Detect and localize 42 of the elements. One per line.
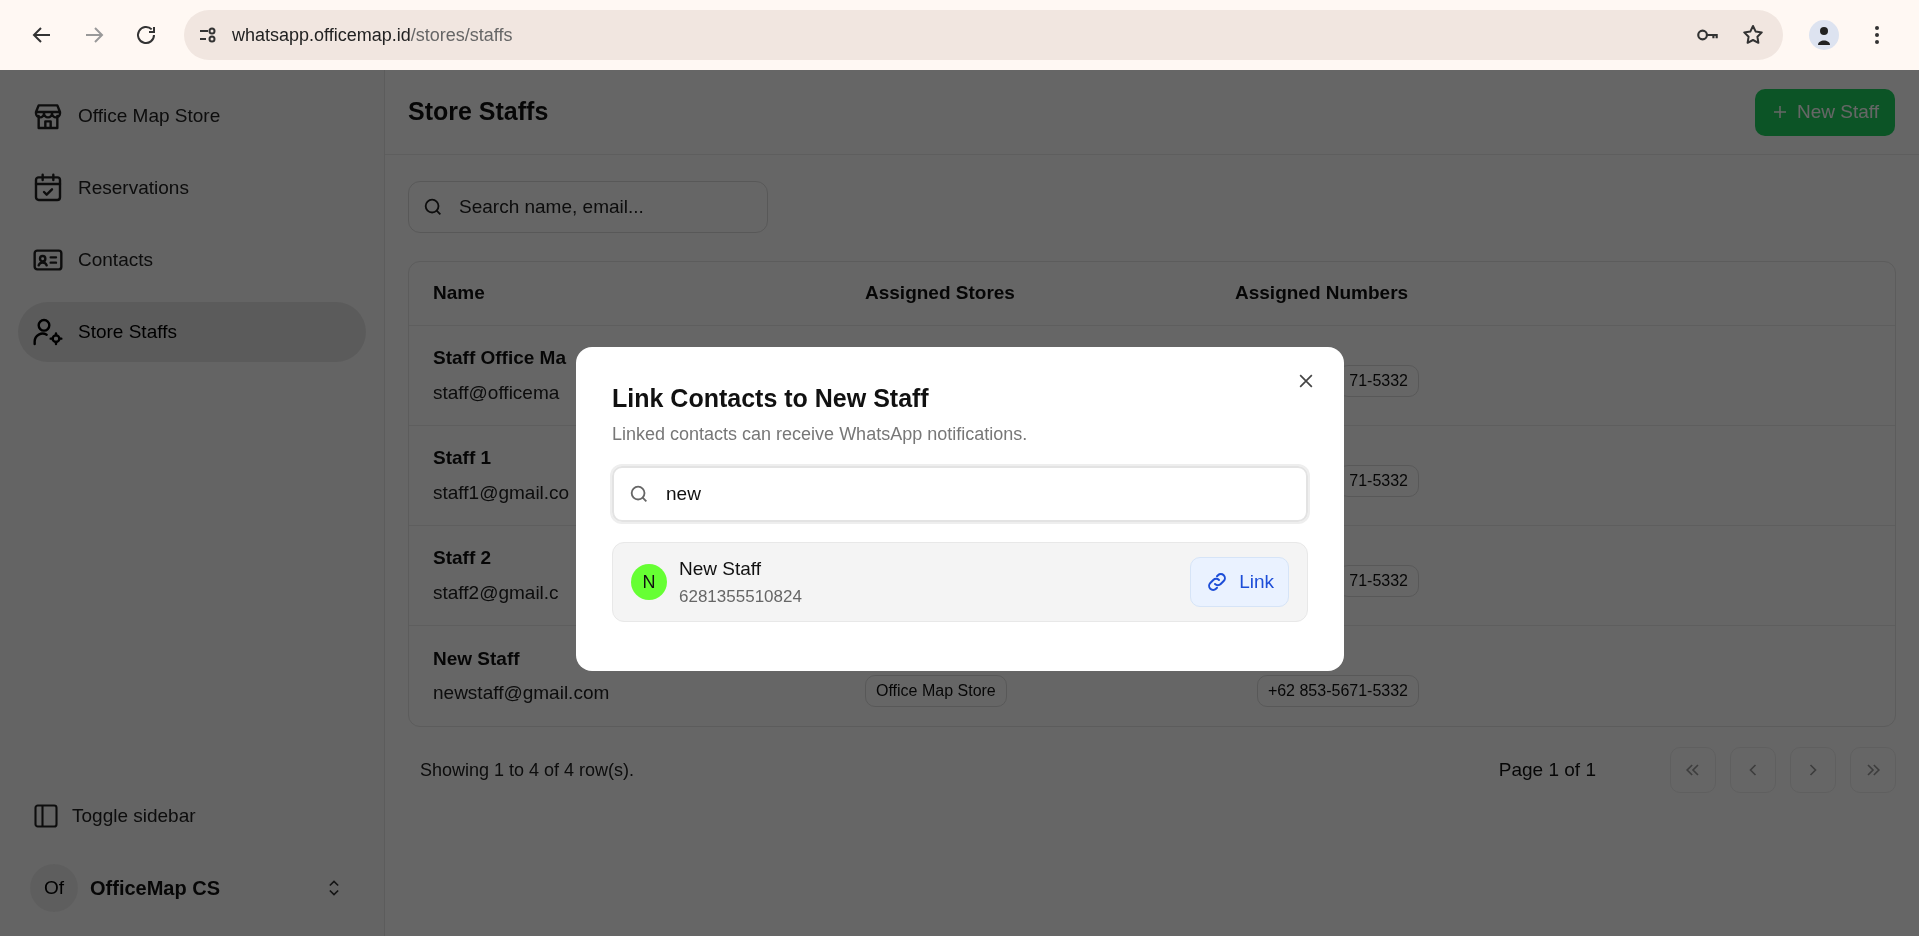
column-header: Assigned Numbers: [1235, 281, 1409, 306]
sidebar-item[interactable]: Reservations: [18, 158, 366, 218]
number-tag: +62 853-5671-5332: [1256, 675, 1419, 707]
staff-name: Staff 1: [433, 446, 492, 470]
account-switcher[interactable]: Of OfficeMap CS: [18, 858, 366, 918]
staff-name: Staff 2: [433, 546, 492, 570]
column-header: Name: [433, 281, 485, 306]
store-tag: Office Map Store: [865, 675, 1007, 707]
staff-email: staff1@gmail.co: [433, 480, 570, 505]
staff-email: staff@officema: [433, 380, 560, 405]
sidebar-item[interactable]: Contacts: [18, 230, 366, 290]
link-button[interactable]: Link: [1190, 557, 1289, 607]
staff-email: newstaff@gmail.com: [433, 681, 610, 705]
account-avatar: Of: [30, 864, 78, 912]
user-gear-icon: [32, 316, 64, 348]
staff-email: staff2@gmail.c: [433, 580, 559, 605]
contact-phone: 6281355510824: [679, 585, 803, 608]
sidebar-item[interactable]: Store Staffs: [18, 302, 366, 362]
star-icon[interactable]: [1741, 23, 1765, 47]
contact-name: New Staff: [679, 557, 763, 581]
row-count-text: Showing 1 to 4 of 4 row(s).: [420, 758, 635, 782]
calendar-check-icon: [32, 172, 64, 204]
staff-name: Staff Office Ma: [433, 346, 567, 370]
dialog-description: Linked contacts can receive WhatsApp notifications.: [612, 423, 1029, 446]
url-text: whatsapp.officemap.id/stores/staffs: [232, 23, 513, 47]
contact-avatar: N: [631, 564, 667, 600]
contact-search-field[interactable]: new: [612, 466, 1308, 522]
profile-avatar-icon[interactable]: [1809, 20, 1839, 50]
sidebar-item[interactable]: Office Map Store: [18, 86, 366, 146]
address-bar[interactable]: whatsapp.officemap.id/stores/staffs: [184, 10, 1783, 60]
search-field[interactable]: Search name, email...: [408, 181, 768, 233]
sidebar-panel-icon: [32, 802, 60, 830]
page-title: Store Staffs: [408, 96, 549, 128]
column-header: Assigned Stores: [865, 281, 1015, 306]
account-name: OfficeMap CS: [90, 876, 222, 901]
search-icon: [422, 196, 444, 218]
reload-icon[interactable]: [134, 23, 158, 47]
dialog-title: Link Contacts to New Staff: [612, 383, 930, 413]
page-indicator: Page 1 of 1: [1498, 757, 1596, 782]
staff-name: New Staff: [433, 646, 520, 671]
search-icon: [628, 483, 650, 505]
toggle-sidebar-button[interactable]: Toggle sidebar: [18, 792, 366, 840]
